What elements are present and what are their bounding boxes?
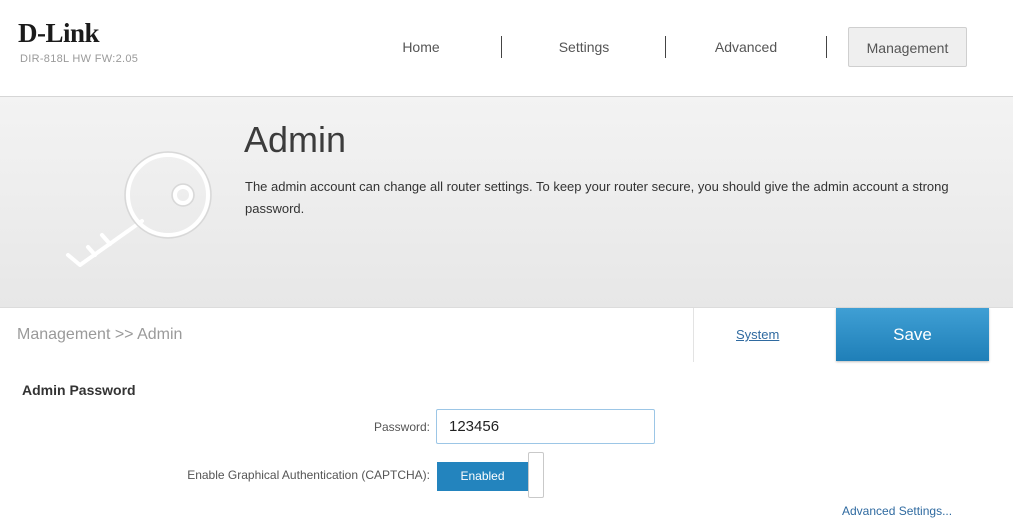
password-label: Password:: [373, 420, 430, 434]
key-icon: [66, 151, 212, 267]
toggle-knob[interactable]: [528, 452, 544, 498]
page-title: Admin: [244, 119, 347, 160]
nav-divider: [665, 36, 666, 58]
nav-divider: [826, 36, 827, 58]
captcha-label: Enable Graphical Authentication (CAPTCHA…: [187, 468, 430, 482]
captcha-toggle-state[interactable]: Enabled: [437, 462, 528, 491]
top-header: D-Link DIR-818L HW FW:2.05 Home Settings…: [0, 0, 1013, 97]
nav-divider: [501, 36, 502, 58]
captcha-toggle[interactable]: Enabled: [437, 452, 545, 498]
password-input[interactable]: [436, 409, 655, 444]
nav-home[interactable]: Home: [380, 27, 462, 67]
model-info: DIR-818L HW FW:2.05: [20, 53, 139, 65]
system-cell: System: [693, 308, 834, 362]
nav-settings[interactable]: Settings: [540, 27, 628, 67]
brand-logo: D-Link: [18, 18, 100, 48]
nav-management[interactable]: Management: [848, 27, 967, 67]
system-link[interactable]: System: [736, 327, 779, 342]
advanced-settings-link[interactable]: Advanced Settings...: [842, 504, 952, 518]
breadcrumb-bar: Management >> Admin System Save: [0, 308, 1013, 362]
section-title: Admin Password: [22, 382, 136, 398]
nav-advanced[interactable]: Advanced: [690, 27, 802, 67]
page-banner: Admin The admin account can change all r…: [0, 97, 1013, 308]
save-button[interactable]: Save: [836, 308, 989, 361]
page-description: The admin account can change all router …: [245, 179, 949, 216]
breadcrumb: Management >> Admin: [17, 326, 183, 343]
